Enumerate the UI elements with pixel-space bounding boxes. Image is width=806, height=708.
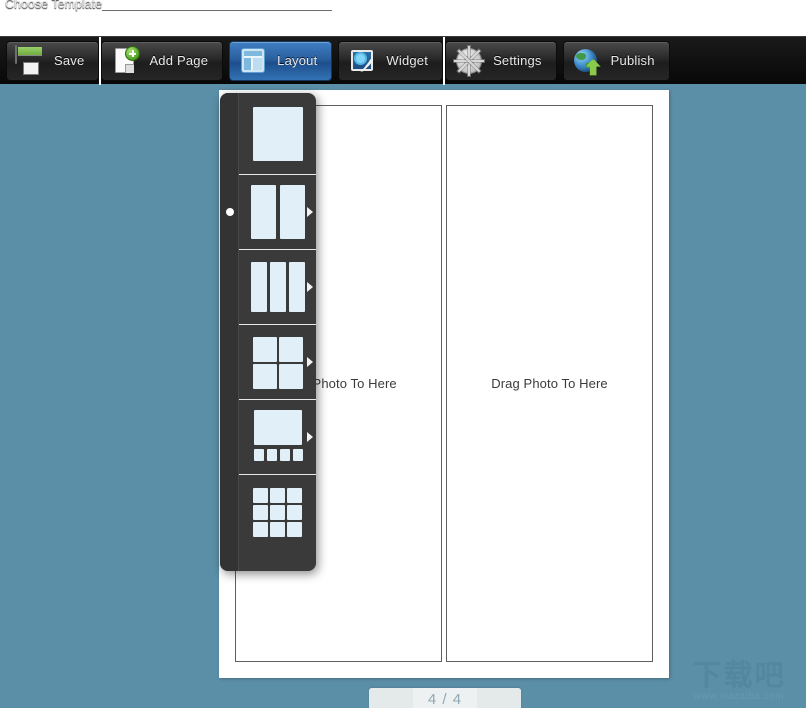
next-page-button[interactable]: [477, 688, 521, 708]
template-list: [239, 93, 316, 571]
layout-button-label: Layout: [277, 53, 317, 68]
choose-template-title: Choose Template: [5, 0, 125, 11]
template-cell: [253, 337, 277, 362]
title-rule: [102, 10, 332, 11]
two-column-template[interactable]: [239, 175, 316, 250]
template-cell: [267, 449, 277, 461]
three-column-template[interactable]: [239, 250, 316, 325]
settings-button[interactable]: Settings: [445, 41, 557, 81]
page-plus-icon: [110, 46, 140, 76]
save-button[interactable]: Save: [6, 41, 99, 81]
template-cell: [253, 488, 268, 503]
template-cell: [270, 262, 286, 312]
template-cell: [270, 522, 285, 537]
site-watermark: 下载吧 www.xiazaiba.com: [678, 658, 800, 704]
page-count-label: 4 / 4: [413, 691, 477, 708]
expand-arrow-icon[interactable]: [307, 282, 313, 292]
template-cell: [253, 364, 277, 389]
template-cell: [287, 488, 302, 503]
watermark-text: 下载吧: [692, 661, 785, 690]
template-cell: [253, 505, 268, 520]
template-cell: [251, 262, 267, 312]
page-navigation-bar[interactable]: 4 / 4: [369, 688, 521, 708]
template-thumbnail: [251, 333, 305, 391]
template-cell: [280, 449, 290, 461]
publish-button-label: Publish: [611, 53, 655, 68]
expand-arrow-icon[interactable]: [307, 357, 313, 367]
settings-button-label: Settings: [493, 53, 542, 68]
save-button-label: Save: [54, 53, 84, 68]
right-page-dropzone[interactable]: Drag Photo To Here: [446, 105, 653, 662]
layout-button[interactable]: Layout: [229, 41, 332, 81]
template-cell: [279, 337, 303, 362]
template-cell: [254, 410, 302, 445]
template-cell: [287, 522, 302, 537]
four-quadrant-template[interactable]: [239, 325, 316, 400]
template-cell: [270, 505, 285, 520]
watermark-url: www.xiazaiba.com: [694, 691, 784, 702]
widget-button-label: Widget: [386, 53, 428, 68]
globe-upload-icon: [572, 46, 602, 76]
gear-icon: [454, 46, 484, 76]
expand-arrow-icon[interactable]: [307, 432, 313, 442]
prev-page-button[interactable]: [369, 688, 413, 708]
expand-arrow-icon[interactable]: [307, 207, 313, 217]
template-cell: [287, 505, 302, 520]
template-thumbnail: [251, 105, 305, 163]
template-cell: [279, 364, 303, 389]
publish-button[interactable]: Publish: [563, 41, 670, 81]
add-page-button[interactable]: Add Page: [101, 41, 223, 81]
template-thumbnail: [251, 484, 305, 542]
single-frame-template[interactable]: [239, 93, 316, 175]
selected-template-indicator: [226, 208, 234, 216]
template-panel-rail: [220, 93, 239, 571]
template-cell: [280, 185, 305, 239]
nine-grid-template[interactable]: [239, 475, 316, 550]
template-cell: [270, 488, 285, 503]
choose-template-panel: [220, 93, 316, 571]
floppy-disk-icon: [15, 46, 45, 76]
template-cell: [289, 262, 305, 312]
add-page-button-label: Add Page: [149, 53, 208, 68]
right-page-placeholder: Drag Photo To Here: [491, 376, 607, 391]
template-cell: [253, 107, 303, 161]
template-cell: [254, 449, 264, 461]
template-cell: [251, 185, 276, 239]
template-cell: [253, 522, 268, 537]
widget-wrench-icon: [347, 46, 377, 76]
template-thumbnail: [251, 258, 305, 316]
template-thumbnail: [251, 183, 305, 241]
template-cell: [293, 449, 303, 461]
main-toolbar: Save Add Page Layout Widget Settings Pub: [0, 36, 806, 84]
widget-button[interactable]: Widget: [338, 41, 443, 81]
layout-grid-icon: [238, 46, 268, 76]
one-big-four-small-template[interactable]: [239, 400, 316, 475]
template-thumbnail: [251, 408, 305, 466]
